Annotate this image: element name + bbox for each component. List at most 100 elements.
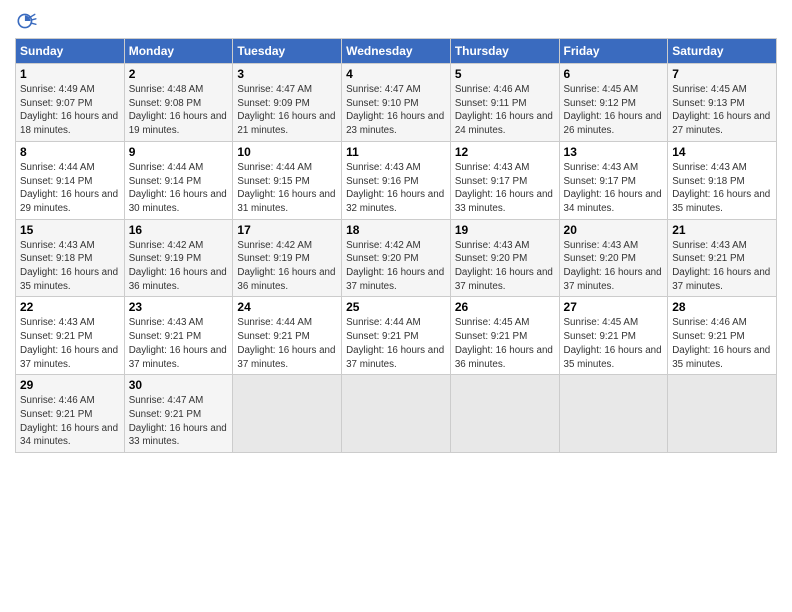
- page-header: [15, 10, 777, 32]
- calendar-cell: 29Sunrise: 4:46 AMSunset: 9:21 PMDayligh…: [16, 375, 125, 453]
- column-header-friday: Friday: [559, 39, 668, 64]
- day-info: Sunrise: 4:42 AMSunset: 9:19 PMDaylight:…: [129, 239, 229, 294]
- day-number: 5: [455, 67, 555, 81]
- day-info: Sunrise: 4:45 AMSunset: 9:13 PMDaylight:…: [672, 83, 772, 138]
- calendar-cell: 2 Sunrise: 4:48 AMSunset: 9:08 PMDaylight…: [124, 64, 233, 142]
- day-number: 2: [129, 67, 229, 81]
- day-info: Sunrise: 4:43 AMSunset: 9:17 PMDaylight:…: [564, 161, 664, 216]
- day-info: Sunrise: 4:42 AMSunset: 9:19 PMDaylight:…: [237, 239, 337, 294]
- calendar-cell: [668, 375, 777, 453]
- day-number: 30: [129, 378, 229, 392]
- day-number: 29: [20, 378, 120, 392]
- day-info: Sunrise: 4:43 AMSunset: 9:20 PMDaylight:…: [455, 239, 555, 294]
- calendar-cell: 1 Sunrise: 4:49 AMSunset: 9:07 PMDaylight…: [16, 64, 125, 142]
- day-number: 20: [564, 223, 664, 237]
- day-info: Sunrise: 4:42 AMSunset: 9:20 PMDaylight:…: [346, 239, 446, 294]
- day-info: Sunrise: 4:43 AMSunset: 9:20 PMDaylight:…: [564, 239, 664, 294]
- calendar-cell: 27 Sunrise: 4:45 AMSunset: 9:21 PMDayligh…: [559, 297, 668, 375]
- day-number: 21: [672, 223, 772, 237]
- day-info: Sunrise: 4:43 AMSunset: 9:17 PMDaylight:…: [455, 161, 555, 216]
- day-info: Sunrise: 4:47 AMSunset: 9:09 PMDaylight:…: [237, 83, 337, 138]
- day-info: Sunrise: 4:43 AMSunset: 9:21 PMDaylight:…: [672, 239, 772, 294]
- day-number: 13: [564, 145, 664, 159]
- calendar-cell: 13 Sunrise: 4:43 AMSunset: 9:17 PMDayligh…: [559, 141, 668, 219]
- calendar-cell: [559, 375, 668, 453]
- calendar-cell: 3 Sunrise: 4:47 AMSunset: 9:09 PMDaylight…: [233, 64, 342, 142]
- day-number: 8: [20, 145, 120, 159]
- day-info: Sunrise: 4:43 AMSunset: 9:21 PMDaylight:…: [20, 316, 120, 371]
- column-header-saturday: Saturday: [668, 39, 777, 64]
- day-number: 25: [346, 300, 446, 314]
- day-info: Sunrise: 4:47 AMSunset: 9:21 PMDaylight:…: [129, 394, 229, 449]
- day-number: 19: [455, 223, 555, 237]
- calendar-cell: 23Sunrise: 4:43 AMSunset: 9:21 PMDayligh…: [124, 297, 233, 375]
- calendar-cell: 9 Sunrise: 4:44 AMSunset: 9:14 PMDaylight…: [124, 141, 233, 219]
- calendar-cell: 8 Sunrise: 4:44 AMSunset: 9:14 PMDaylight…: [16, 141, 125, 219]
- calendar-cell: 10 Sunrise: 4:44 AMSunset: 9:15 PMDayligh…: [233, 141, 342, 219]
- day-number: 24: [237, 300, 337, 314]
- day-number: 16: [129, 223, 229, 237]
- calendar-cell: 25Sunrise: 4:44 AMSunset: 9:21 PMDayligh…: [342, 297, 451, 375]
- calendar-week-row: 22 Sunrise: 4:43 AMSunset: 9:21 PMDayligh…: [16, 297, 777, 375]
- calendar-cell: 17 Sunrise: 4:42 AMSunset: 9:19 PMDayligh…: [233, 219, 342, 297]
- day-info: Sunrise: 4:45 AMSunset: 9:21 PMDaylight:…: [564, 316, 664, 371]
- day-number: 26: [455, 300, 555, 314]
- column-header-tuesday: Tuesday: [233, 39, 342, 64]
- calendar-week-row: 1 Sunrise: 4:49 AMSunset: 9:07 PMDaylight…: [16, 64, 777, 142]
- day-number: 3: [237, 67, 337, 81]
- calendar-header-row: SundayMondayTuesdayWednesdayThursdayFrid…: [16, 39, 777, 64]
- calendar-cell: 28Sunrise: 4:46 AMSunset: 9:21 PMDayligh…: [668, 297, 777, 375]
- day-info: Sunrise: 4:44 AMSunset: 9:21 PMDaylight:…: [237, 316, 337, 371]
- day-number: 12: [455, 145, 555, 159]
- calendar-cell: 24 Sunrise: 4:44 AMSunset: 9:21 PMDayligh…: [233, 297, 342, 375]
- calendar-cell: 4 Sunrise: 4:47 AMSunset: 9:10 PMDaylight…: [342, 64, 451, 142]
- calendar-cell: 5Sunrise: 4:46 AMSunset: 9:11 PMDaylight…: [450, 64, 559, 142]
- column-header-sunday: Sunday: [16, 39, 125, 64]
- day-info: Sunrise: 4:43 AMSunset: 9:18 PMDaylight:…: [20, 239, 120, 294]
- calendar-cell: 11Sunrise: 4:43 AMSunset: 9:16 PMDayligh…: [342, 141, 451, 219]
- day-info: Sunrise: 4:45 AMSunset: 9:12 PMDaylight:…: [564, 83, 664, 138]
- day-number: 6: [564, 67, 664, 81]
- calendar-cell: 18 Sunrise: 4:42 AMSunset: 9:20 PMDayligh…: [342, 219, 451, 297]
- day-info: Sunrise: 4:44 AMSunset: 9:14 PMDaylight:…: [20, 161, 120, 216]
- calendar-cell: 16 Sunrise: 4:42 AMSunset: 9:19 PMDayligh…: [124, 219, 233, 297]
- day-info: Sunrise: 4:43 AMSunset: 9:18 PMDaylight:…: [672, 161, 772, 216]
- day-info: Sunrise: 4:45 AMSunset: 9:21 PMDaylight:…: [455, 316, 555, 371]
- column-header-thursday: Thursday: [450, 39, 559, 64]
- calendar-cell: 22 Sunrise: 4:43 AMSunset: 9:21 PMDayligh…: [16, 297, 125, 375]
- calendar-cell: 20 Sunrise: 4:43 AMSunset: 9:20 PMDayligh…: [559, 219, 668, 297]
- day-number: 17: [237, 223, 337, 237]
- logo: [15, 10, 39, 32]
- day-info: Sunrise: 4:47 AMSunset: 9:10 PMDaylight:…: [346, 83, 446, 138]
- calendar-cell: 12 Sunrise: 4:43 AMSunset: 9:17 PMDayligh…: [450, 141, 559, 219]
- calendar-cell: 19 Sunrise: 4:43 AMSunset: 9:20 PMDayligh…: [450, 219, 559, 297]
- day-number: 4: [346, 67, 446, 81]
- logo-icon: [15, 10, 37, 32]
- day-number: 22: [20, 300, 120, 314]
- calendar-cell: 30 Sunrise: 4:47 AMSunset: 9:21 PMDayligh…: [124, 375, 233, 453]
- calendar-week-row: 15Sunrise: 4:43 AMSunset: 9:18 PMDayligh…: [16, 219, 777, 297]
- day-info: Sunrise: 4:48 AMSunset: 9:08 PMDaylight:…: [129, 83, 229, 138]
- day-number: 27: [564, 300, 664, 314]
- calendar-table: SundayMondayTuesdayWednesdayThursdayFrid…: [15, 38, 777, 453]
- day-info: Sunrise: 4:49 AMSunset: 9:07 PMDaylight:…: [20, 83, 120, 138]
- calendar-week-row: 8 Sunrise: 4:44 AMSunset: 9:14 PMDaylight…: [16, 141, 777, 219]
- day-number: 23: [129, 300, 229, 314]
- day-number: 14: [672, 145, 772, 159]
- column-header-wednesday: Wednesday: [342, 39, 451, 64]
- day-number: 18: [346, 223, 446, 237]
- day-number: 9: [129, 145, 229, 159]
- day-info: Sunrise: 4:44 AMSunset: 9:15 PMDaylight:…: [237, 161, 337, 216]
- day-number: 7: [672, 67, 772, 81]
- day-number: 28: [672, 300, 772, 314]
- calendar-cell: [450, 375, 559, 453]
- day-info: Sunrise: 4:44 AMSunset: 9:14 PMDaylight:…: [129, 161, 229, 216]
- day-number: 1: [20, 67, 120, 81]
- day-number: 10: [237, 145, 337, 159]
- calendar-cell: 21 Sunrise: 4:43 AMSunset: 9:21 PMDayligh…: [668, 219, 777, 297]
- day-number: 11: [346, 145, 446, 159]
- calendar-cell: 7 Sunrise: 4:45 AMSunset: 9:13 PMDaylight…: [668, 64, 777, 142]
- calendar-cell: 6 Sunrise: 4:45 AMSunset: 9:12 PMDaylight…: [559, 64, 668, 142]
- calendar-cell: [342, 375, 451, 453]
- calendar-cell: 14 Sunrise: 4:43 AMSunset: 9:18 PMDayligh…: [668, 141, 777, 219]
